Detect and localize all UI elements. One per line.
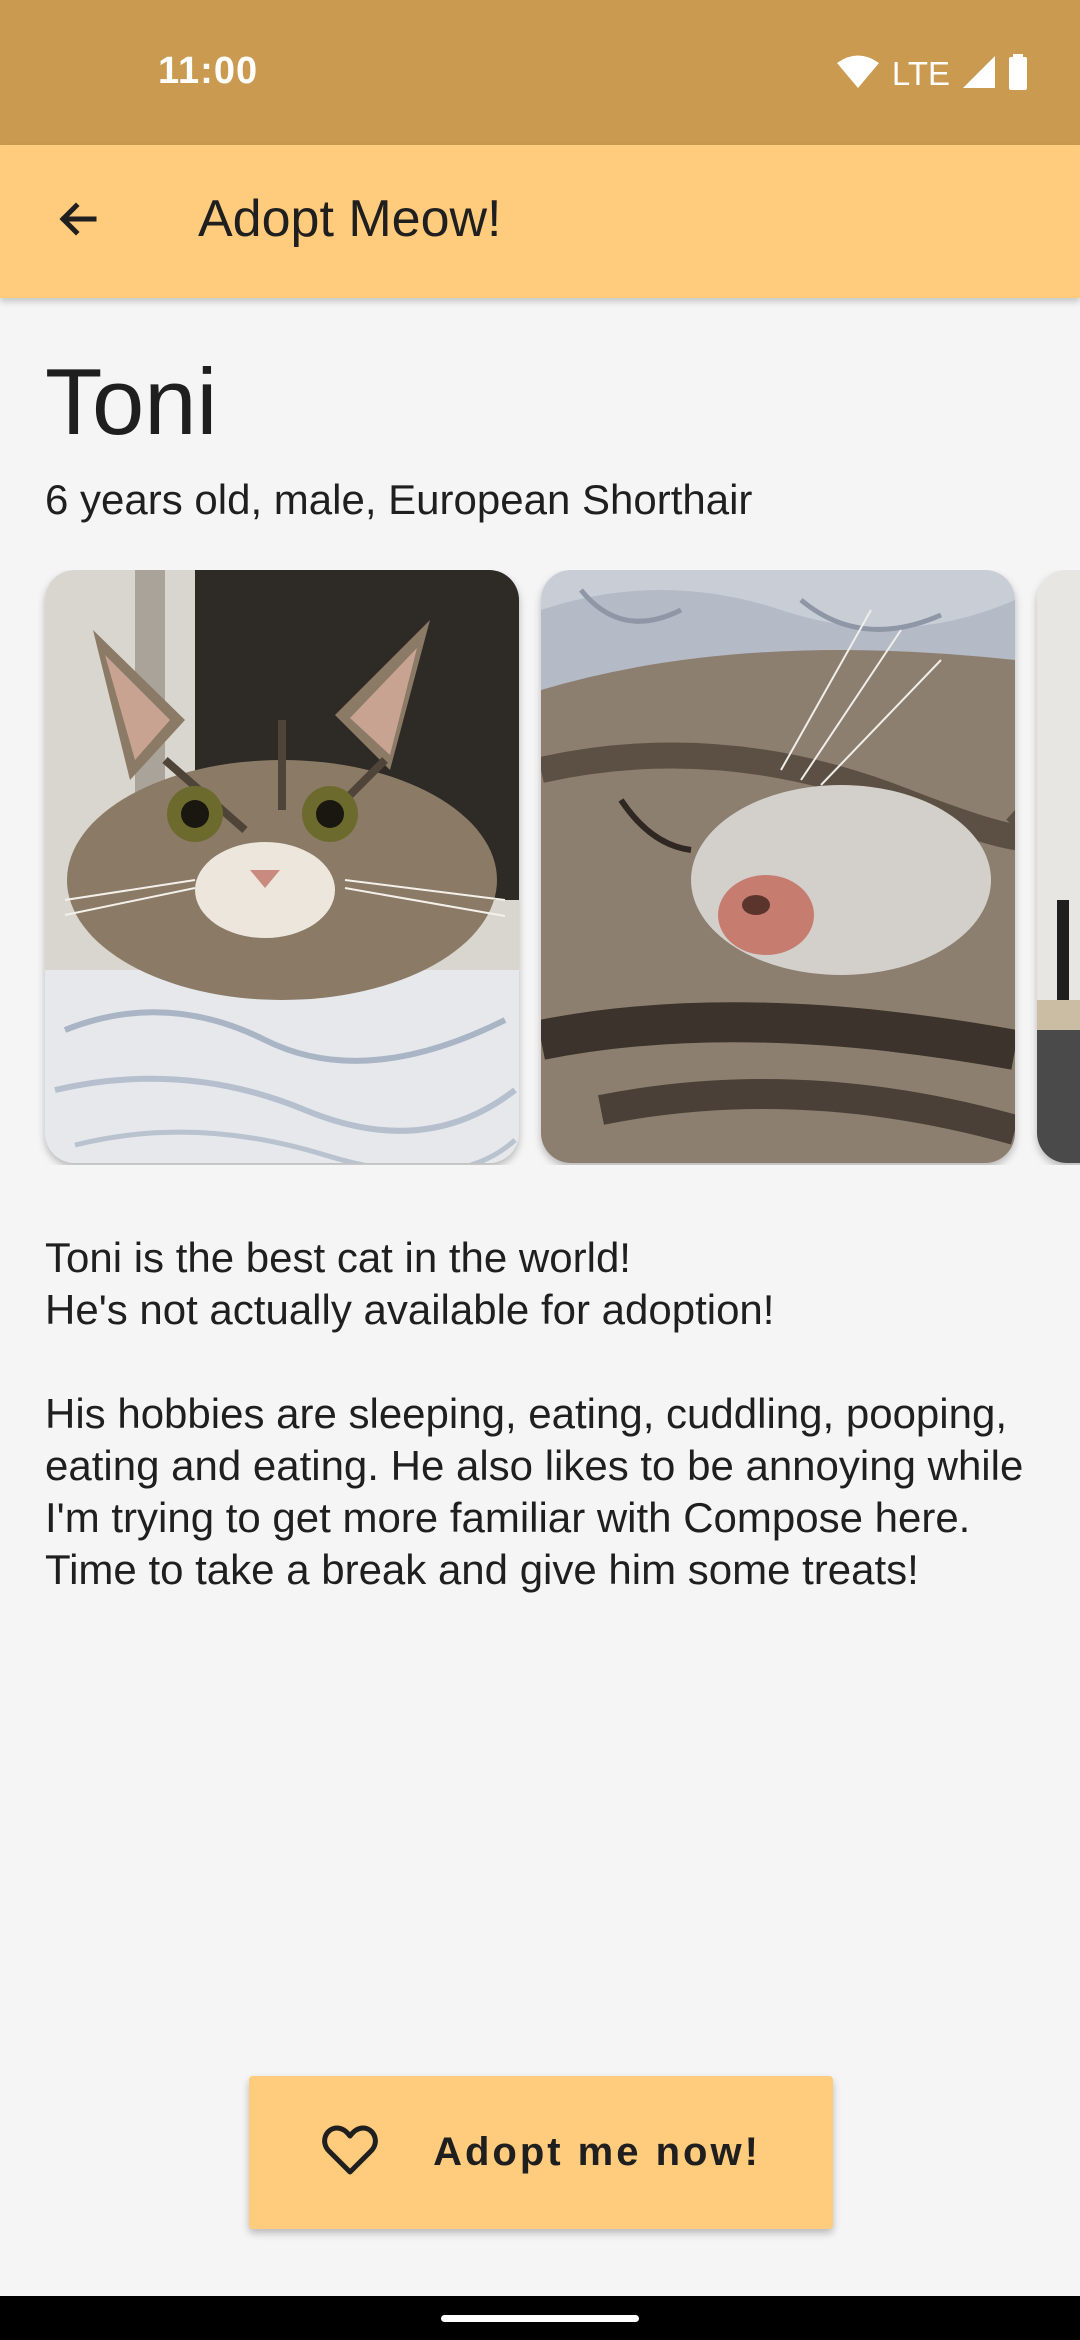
description-line-1: Toni is the best cat in the world! xyxy=(45,1234,631,1281)
adopt-button-label: Adopt me now! xyxy=(433,2130,761,2174)
back-button[interactable] xyxy=(36,179,120,263)
pet-subtitle: 6 years old, male, European Shorthair xyxy=(45,476,753,523)
heart-outline-icon xyxy=(321,2124,379,2181)
navigation-bar xyxy=(0,2296,1080,2340)
adopt-button[interactable]: Adopt me now! xyxy=(249,2076,833,2229)
cat-photo-partial[interactable] xyxy=(1037,570,1080,1163)
pet-name: Toni xyxy=(45,349,218,454)
network-type: LTE xyxy=(891,55,950,92)
app-title: Adopt Meow! xyxy=(198,190,502,248)
pet-description: Toni is the best cat in the world! He's … xyxy=(45,1232,1045,1596)
battery-icon xyxy=(1006,53,1030,95)
description-line-2: He's not actually available for adoption… xyxy=(45,1286,775,1333)
arrow-back-icon xyxy=(54,195,102,248)
cat-photo-sleeping[interactable] xyxy=(541,570,1015,1163)
wifi-icon xyxy=(836,54,880,95)
status-time: 11:00 xyxy=(158,50,259,92)
cat-photo-lying[interactable] xyxy=(45,570,519,1163)
status-bar: 11:00 LTE xyxy=(0,0,1080,145)
app-bar: Adopt Meow! xyxy=(0,145,1080,298)
home-gesture-handle[interactable] xyxy=(441,2315,639,2322)
status-icons: LTE xyxy=(836,52,1030,96)
description-hobbies: His hobbies are sleeping, eating, cuddli… xyxy=(45,1390,1024,1593)
photo-gallery[interactable] xyxy=(0,570,1080,1165)
cell-signal-icon xyxy=(962,55,996,94)
